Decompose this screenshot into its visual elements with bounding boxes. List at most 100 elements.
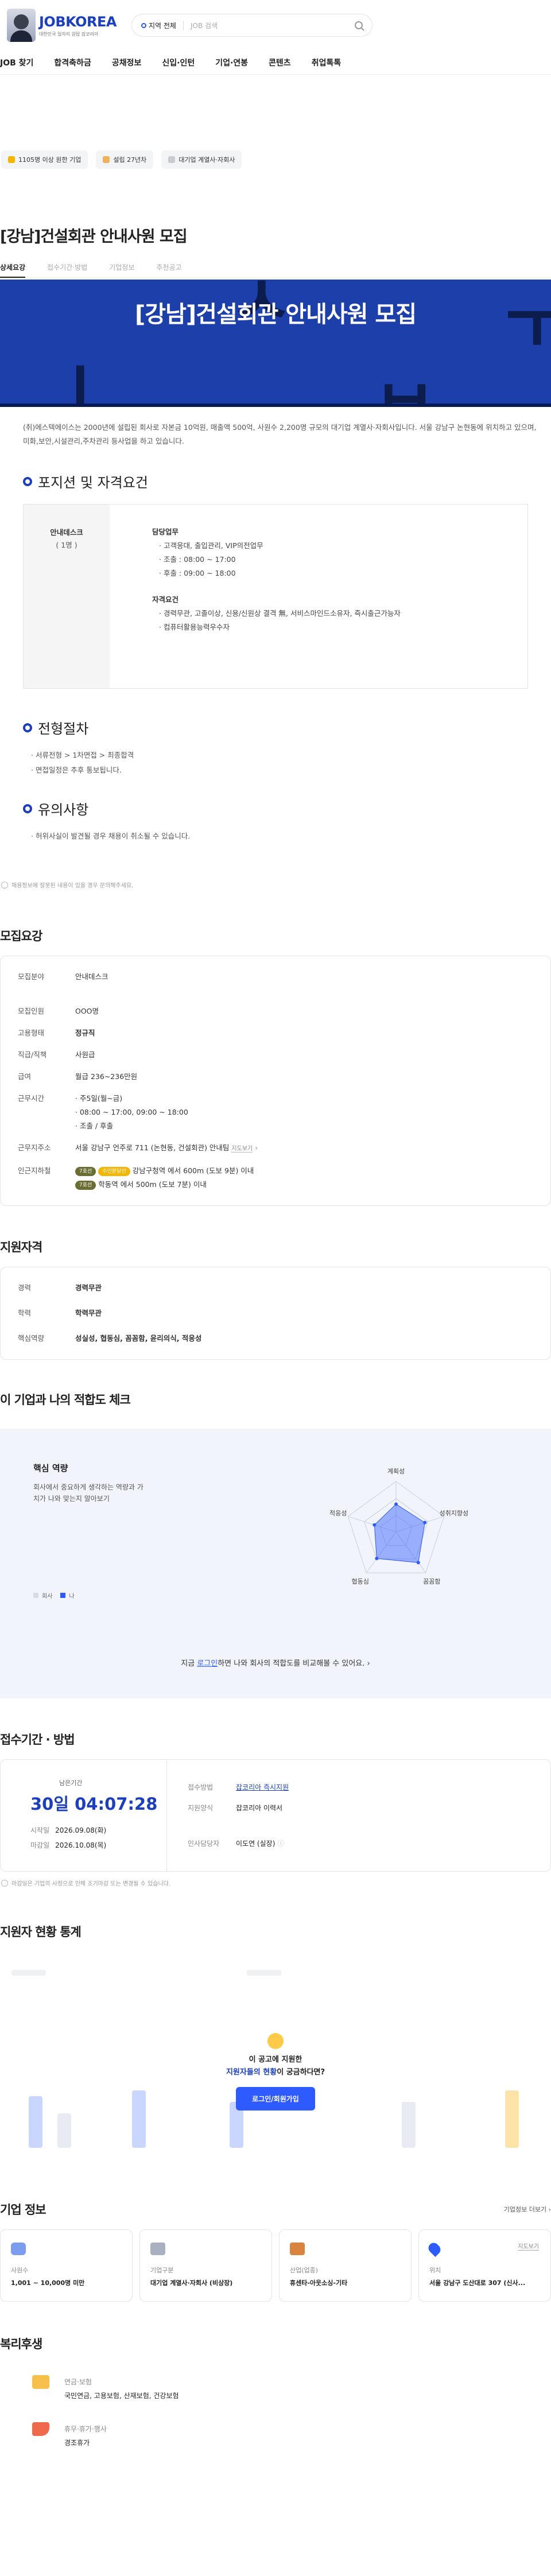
summary-row: 모집분야 안내데스크 <box>18 970 550 984</box>
radar-axis-label: 적응성 <box>329 1510 347 1517</box>
nav-content[interactable]: 콘텐츠 <box>269 57 291 68</box>
welfare-heading: 복리후생 <box>0 2337 42 2351</box>
header: JOBKOREA 대한민국 일자리 원탑 잡코리아 지역 전체 JOB 검색 J… <box>0 0 551 75</box>
remain-label: 남은기간 <box>59 1779 83 1787</box>
tab-apply-period[interactable]: 접수기간·방법 <box>47 258 87 278</box>
company-card-value: 서울 강남구 도산대로 307 (신사... <box>429 2279 526 2287</box>
line-suin-tag: 수인분당선 <box>98 1166 130 1176</box>
search-icon[interactable] <box>355 21 363 29</box>
caution-line: · 허위사실이 발견될 경우 채용이 취소될 수 있습니다. <box>31 832 191 840</box>
company-map-link[interactable]: 지도보기 <box>518 2241 539 2251</box>
summary-key: 모집분야 <box>18 972 45 981</box>
radar-axis-label: 성취지향성 <box>440 1510 469 1517</box>
process-heading: 전형절차 <box>38 721 89 737</box>
region-label: 지역 전체 <box>149 21 176 30</box>
fit-legend: 회사 나 <box>33 1591 75 1600</box>
duty-line: · 조출 : 08:00 ~ 17:00 <box>159 555 236 564</box>
site-logo[interactable]: JOBKOREA 대한민국 일자리 원탑 잡코리아 <box>7 9 117 42</box>
fit-panel: 핵심 역량 회사에서 중요하게 생각하는 역량과 가치가 나와 맞는지 알아보기… <box>0 1429 551 1698</box>
summary-value: 7호선 수인분당선 강남구청역 에서 600m (도보 9분) 이내 <box>75 1164 254 1178</box>
blurred-label <box>247 1970 281 1976</box>
caution-heading: 유의사항 <box>38 802 89 818</box>
method-link[interactable]: 잡코리아 즉시지원 <box>236 1783 289 1791</box>
end-label: 마감일 <box>30 1841 50 1849</box>
line-7-tag: 7호선 <box>75 1166 96 1176</box>
company-chips: 1105명 이상 원한 기업 설립 27년차 대기업 계열사·자회사 <box>0 150 551 169</box>
radar-axis-label: 꼼꼼함 <box>423 1578 440 1585</box>
fit-login-link[interactable]: 로그인 <box>197 1659 218 1668</box>
welfare-text: 연금·보험 국민연금, 고용보험, 산재보험, 건강보험 <box>64 2375 179 2403</box>
tab-recommended[interactable]: 추천공고 <box>156 258 181 278</box>
form-row: 지원양식 잡코리아 이력서 <box>188 1798 289 1818</box>
summary-row-subway: 인근지하철 7호선 수인분당선 강남구청역 에서 600m (도보 9분) 이내 <box>18 1164 550 1178</box>
company-card-employees: 사원수 1,001 ~ 10,000명 미만 <box>0 2229 133 2302</box>
star-icon <box>8 156 15 163</box>
stats-prompt-highlight: 지원자들의 현황 <box>226 2068 277 2077</box>
report-notice[interactable]: 채용정보에 잘못된 내용이 있을 경우 문의해주세요. <box>0 864 551 889</box>
tab-detail[interactable]: 상세요강 <box>0 258 26 278</box>
summary-key: 근무지주소 <box>18 1143 51 1152</box>
nav-job-talk[interactable]: 취업톡톡 <box>312 57 342 68</box>
tab-company-info[interactable]: 기업정보 <box>109 258 134 278</box>
bullet-ring-icon <box>23 804 32 813</box>
search-input[interactable]: JOB 검색 <box>191 21 355 30</box>
summary-value: 월급 236~236만원 <box>75 1072 138 1081</box>
qual-value: 경력무관 <box>75 1283 102 1292</box>
req-line: · 경력무관, 고졸이상, 신용/신원상 결격 無, 서비스마인드소유자, 즉시… <box>159 609 401 618</box>
nav-job-search[interactable]: JOB 찾기 <box>0 57 33 68</box>
summary-row-workplace: 근무지주소 서울 강남구 언주로 711 (논현동, 건설회관) 안내팀 지도보기… <box>18 1141 550 1156</box>
start-label: 시작일 <box>30 1826 50 1834</box>
company-more-label: 기업정보 더보기 <box>503 2206 547 2213</box>
job-tabs: 상세요강 접수기간·방법 기업정보 추천공고 <box>0 258 551 278</box>
summary-row: 모집인원 OOO명 <box>18 1004 550 1018</box>
summary-key: 고용형태 <box>18 1029 45 1037</box>
search-bar: 지역 전체 JOB 검색 <box>131 14 372 37</box>
form-label: 지원양식 <box>188 1804 214 1812</box>
map-link[interactable]: 지도보기 <box>231 1146 253 1153</box>
nav-entry-intern[interactable]: 신입·인턴 <box>162 57 195 68</box>
radar-point <box>375 1557 379 1561</box>
position-table: 안내데스크 ( 1명 ) 담당업무 · 고객응대, 출입관리, VIP의전업무 … <box>23 504 528 689</box>
welfare-text: 휴무·휴가·행사 경조휴가 <box>64 2422 107 2450</box>
chip-popular: 1105명 이상 원한 기업 <box>1 150 88 169</box>
nav-hiring-bonus[interactable]: 합격축하금 <box>54 57 91 68</box>
caution-text: · 허위사실이 발견될 경우 채용이 취소될 수 있습니다. <box>0 818 551 844</box>
welfare-list: 연금·보험 국민연금, 고용보험, 산재보험, 건강보험 휴무·휴가·행사 경조휴가 <box>0 2375 551 2462</box>
chevron-right-icon: › <box>253 1143 258 1152</box>
summary-key: 급여 <box>18 1072 32 1081</box>
fit-cta-pre: 지금 <box>181 1659 195 1668</box>
summary-value: 서울 강남구 언주로 711 (논현동, 건설회관) 안내팀 지도보기 › <box>75 1141 258 1156</box>
company-more-link[interactable]: 기업정보 더보기 › <box>504 2205 551 2214</box>
job-title: [강남]건설회관 안내사원 모집 <box>0 228 188 246</box>
company-card-value: 대기업 계열사·자회사 (비상장) <box>150 2279 233 2287</box>
nav-company-salary[interactable]: 기업·연봉 <box>215 57 248 68</box>
apply-dates: 시작일 2026.09.08(화) 마감일 2026.10.08(목) <box>30 1823 166 1853</box>
question-emoji-icon <box>267 2033 284 2049</box>
logo-subtitle: 대한민국 일자리 원탑 잡코리아 <box>39 31 99 37</box>
stats-heading: 지원자 현황 통계 <box>0 1925 82 1939</box>
manager-row: 인사담당자 이도연 (실장) ⓘ <box>188 1833 289 1854</box>
blurred-label <box>11 1970 46 1976</box>
summary-row: · 08:00 ~ 17:00, 09:00 ~ 18:00 <box>18 1105 550 1119</box>
apply-remain: 남은기간 30일 04:07:28 시작일 2026.09.08(화) 마감일 20… <box>1 1760 167 1871</box>
nav-public-hiring[interactable]: 공채정보 <box>112 57 142 68</box>
company-card-key: 위치 <box>429 2267 441 2274</box>
qual-key: 경력 <box>18 1283 32 1292</box>
fit-description: 회사에서 중요하게 생각하는 역량과 가치가 나와 맞는지 알아보기 <box>33 1483 143 1503</box>
req-line: · 컴퓨터활용능력우수자 <box>159 623 230 631</box>
summary-key-empty <box>18 1178 75 1192</box>
fit-radar-chart: 계획성성취지향성꼼꼼함 협동심 적응성 <box>329 1468 469 1585</box>
summary-row-subway2: 7호선 학동역 에서 500m (도보 7분) 이내 <box>18 1178 550 1192</box>
apply-note-text: 마감일은 기업의 사정으로 인해 조기마감 또는 변경될 수 있습니다. <box>11 1881 171 1887</box>
manager-label: 인사담당자 <box>188 1840 220 1848</box>
summary-value: 7호선 학동역 에서 500m (도보 7분) 이내 <box>75 1178 207 1192</box>
chip-founded: 설립 27년차 <box>96 150 154 169</box>
summary-value: 사원급 <box>75 1050 95 1059</box>
company-card-type: 기업구분 대기업 계열사·자회사 (비상장) <box>139 2229 272 2302</box>
welfare-item: 휴무·휴가·행사 경조휴가 <box>32 2422 551 2462</box>
start-date: 2026.09.08(화) <box>55 1826 107 1834</box>
people-icon <box>11 2243 26 2255</box>
bullet-ring-icon <box>23 476 32 486</box>
region-select[interactable]: 지역 전체 <box>141 20 184 30</box>
login-signup-button[interactable]: 로그인/회원가입 <box>236 2087 315 2111</box>
